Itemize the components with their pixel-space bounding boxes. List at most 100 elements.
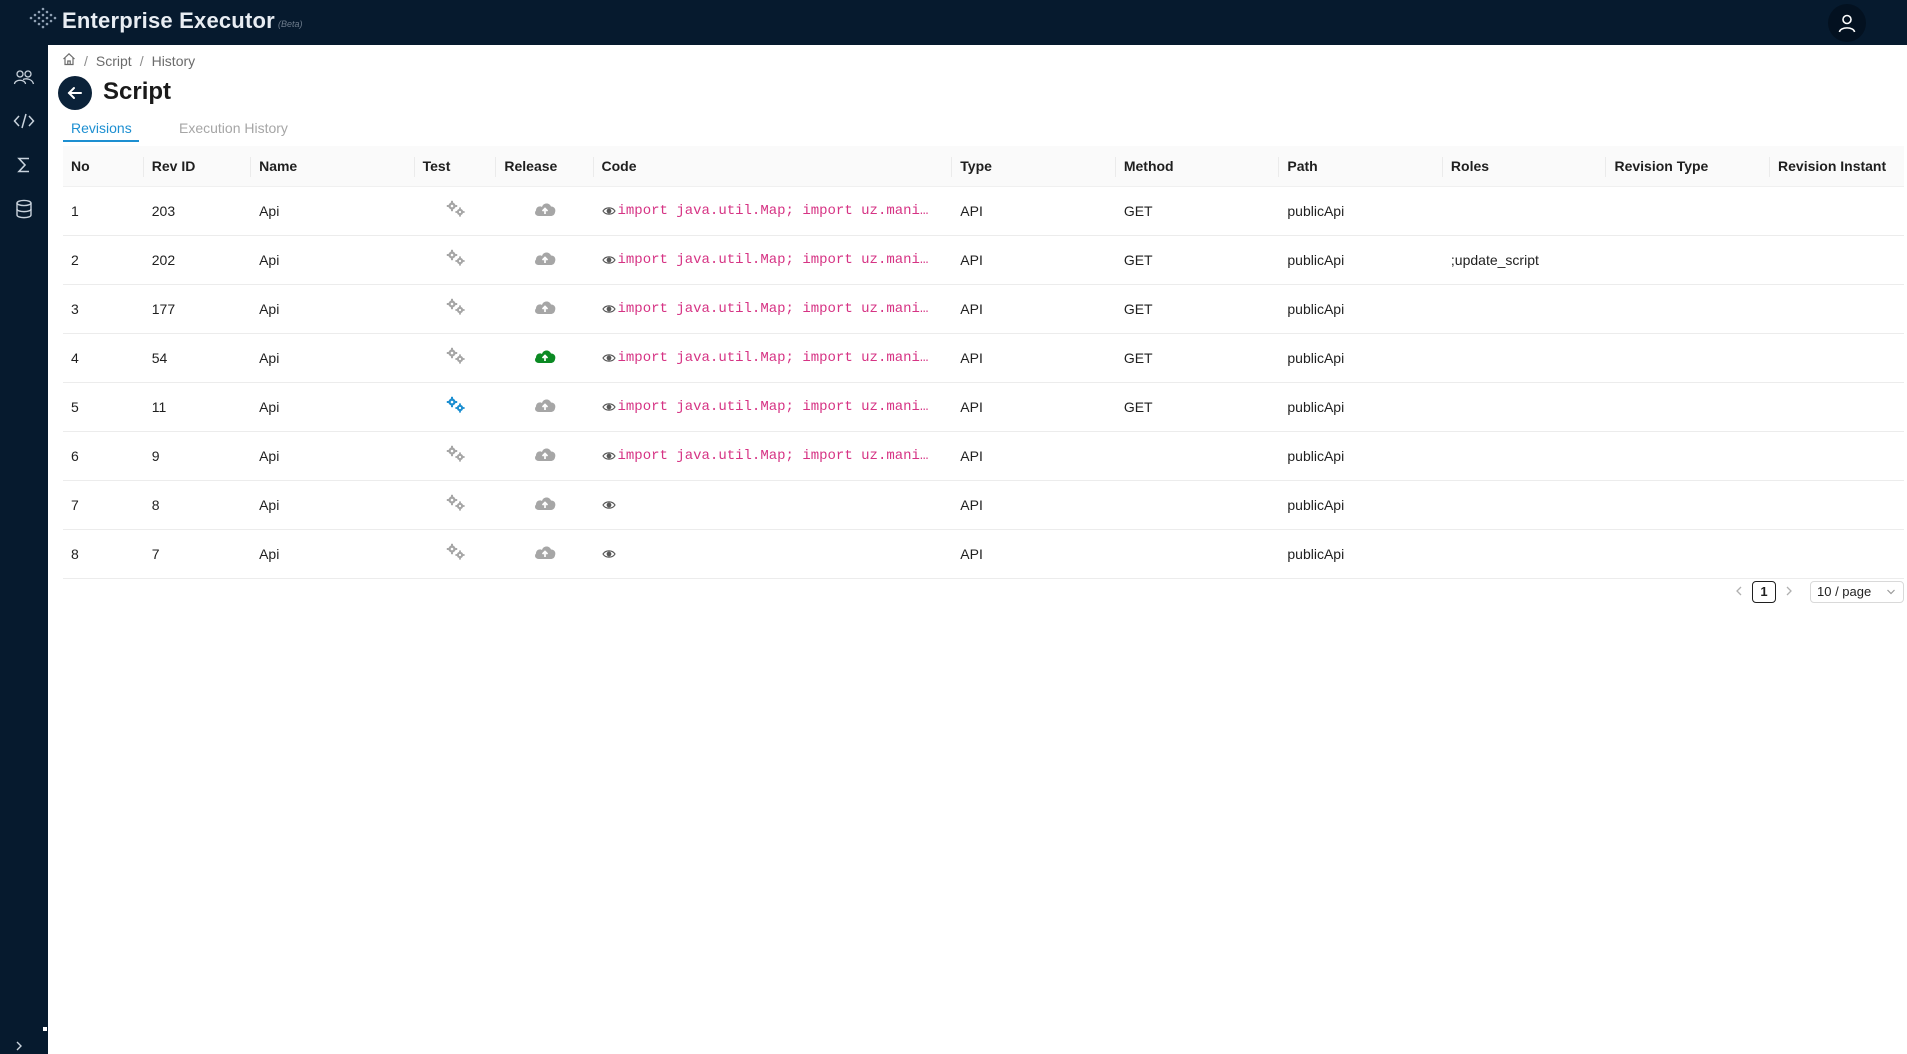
sidebar-item-code[interactable] [12, 109, 36, 133]
column-header-roles[interactable]: Roles [1442, 146, 1607, 187]
run-test-icon[interactable] [445, 200, 467, 221]
sidebar-expand-button[interactable] [14, 1040, 34, 1054]
cell-path: publicApi [1279, 480, 1443, 530]
eye-icon[interactable] [601, 399, 616, 415]
cell-type: API [952, 431, 1116, 481]
run-test-icon[interactable] [445, 249, 467, 270]
run-test-icon[interactable] [445, 298, 467, 319]
table-row[interactable]: 7 8 Api API publicApi [63, 480, 1904, 530]
users-icon [13, 70, 35, 85]
cell-no: 3 [63, 284, 144, 334]
run-test-icon[interactable] [445, 396, 467, 417]
user-profile-button[interactable] [1828, 4, 1866, 42]
table-row[interactable]: 8 7 Api API publicApi [63, 529, 1904, 579]
breadcrumb-separator: / [84, 52, 88, 69]
eye-icon[interactable] [601, 252, 616, 268]
table-row[interactable]: 3 177 Api import java.util.Map; import uz.… [63, 284, 1904, 334]
cell-roles [1442, 529, 1607, 579]
next-page-button[interactable] [1780, 585, 1798, 599]
breadcrumb-script[interactable]: Script [96, 53, 132, 69]
column-header-revision-instant[interactable]: Revision Instant [1770, 146, 1904, 187]
beta-badge: (Beta) [278, 19, 303, 29]
sidebar-item-database[interactable] [12, 197, 36, 221]
eye-icon[interactable] [601, 448, 616, 464]
chevron-right-icon [1786, 586, 1792, 596]
column-header-release[interactable]: Release [496, 146, 594, 187]
run-test-icon[interactable] [445, 445, 467, 466]
release-upload-icon[interactable] [533, 399, 557, 417]
column-header-name[interactable]: Name [251, 146, 415, 187]
eye-icon[interactable] [601, 546, 616, 562]
release-upload-icon[interactable] [533, 497, 557, 515]
run-test-icon[interactable] [445, 494, 467, 515]
column-header-code[interactable]: Code [593, 146, 953, 187]
breadcrumb-home[interactable] [62, 52, 76, 69]
column-header-test[interactable]: Test [414, 146, 497, 187]
sidebar-item-sigma[interactable] [12, 153, 36, 177]
chevron-right-icon [16, 1041, 22, 1051]
cell-code: import java.util.Map; import uz.mani… [593, 333, 953, 383]
column-header-type[interactable]: Type [952, 146, 1116, 187]
column-header-rev-id[interactable]: Rev ID [143, 146, 252, 187]
cell-revision-type [1606, 235, 1771, 285]
table-row[interactable]: 5 11 Api import java.util.Map; import uz.m… [63, 382, 1904, 432]
page-size-select[interactable]: 10 / page [1810, 581, 1904, 603]
cell-type: API [952, 333, 1116, 383]
prev-page-button[interactable] [1730, 585, 1748, 599]
cell-name: Api [251, 529, 415, 579]
tab-execution-history[interactable]: Execution History [179, 120, 288, 136]
breadcrumb-separator: / [139, 52, 144, 69]
code-snippet: import java.util.Map; import uz.mani… [617, 202, 929, 219]
cell-no: 4 [63, 333, 144, 383]
column-header-method[interactable]: Method [1115, 146, 1280, 187]
cell-revision-type [1606, 431, 1771, 481]
cell-revision-type [1606, 284, 1771, 334]
chevron-down-icon [1886, 582, 1896, 610]
cell-method [1115, 529, 1280, 579]
table-row[interactable]: 2 202 Api import java.util.Map; import uz.… [63, 235, 1904, 285]
cell-path: publicApi [1279, 333, 1443, 383]
tab-revisions[interactable]: Revisions [71, 120, 132, 136]
column-header-path[interactable]: Path [1279, 146, 1443, 187]
cell-code: import java.util.Map; import uz.mani… [593, 284, 953, 334]
release-upload-icon[interactable] [533, 301, 557, 319]
eye-icon[interactable] [601, 301, 616, 317]
column-header-revision-type[interactable]: Revision Type [1606, 146, 1771, 187]
back-button[interactable] [58, 76, 92, 110]
cell-method: GET [1115, 333, 1280, 383]
cell-method [1115, 431, 1280, 481]
release-upload-icon[interactable] [533, 203, 557, 221]
cell-name: Api [251, 480, 415, 530]
arrow-left-icon [67, 87, 82, 99]
cell-no: 7 [63, 480, 144, 530]
cell-no: 1 [63, 186, 144, 236]
code-snippet: import java.util.Map; import uz.mani… [617, 447, 929, 464]
sigma-icon [17, 157, 29, 173]
release-upload-icon[interactable] [533, 252, 557, 270]
cell-no: 6 [63, 431, 144, 481]
run-test-icon[interactable] [445, 543, 467, 564]
cell-test [414, 235, 497, 285]
cell-test [414, 529, 497, 579]
release-upload-icon[interactable] [533, 448, 557, 466]
column-header-no[interactable]: No [63, 146, 144, 187]
page-number-button[interactable]: 1 [1752, 581, 1776, 603]
eye-icon[interactable] [601, 497, 616, 513]
table-row[interactable]: 6 9 Api import java.util.Map; import uz.ma… [63, 431, 1904, 481]
cell-roles [1442, 431, 1607, 481]
eye-icon[interactable] [601, 350, 616, 366]
cell-path: publicApi [1279, 431, 1443, 481]
eye-icon[interactable] [601, 203, 616, 219]
sidebar-item-users[interactable] [12, 65, 36, 89]
run-test-icon[interactable] [445, 347, 467, 368]
cell-rev-id: 11 [143, 382, 252, 432]
table-row[interactable]: 1 203 Api import java.util.Map; import uz.… [63, 186, 1904, 236]
page-size-value: 10 / page [1817, 584, 1872, 599]
table-row[interactable]: 4 54 Api import java.util.Map; import uz.m… [63, 333, 1904, 383]
cell-no: 5 [63, 382, 144, 432]
revisions-table: No Rev ID Name Test Release Code Type Me… [63, 146, 1904, 579]
release-upload-icon[interactable] [533, 350, 557, 368]
cell-revision-instant [1770, 480, 1904, 530]
cell-name: Api [251, 235, 415, 285]
release-upload-icon[interactable] [533, 546, 557, 564]
